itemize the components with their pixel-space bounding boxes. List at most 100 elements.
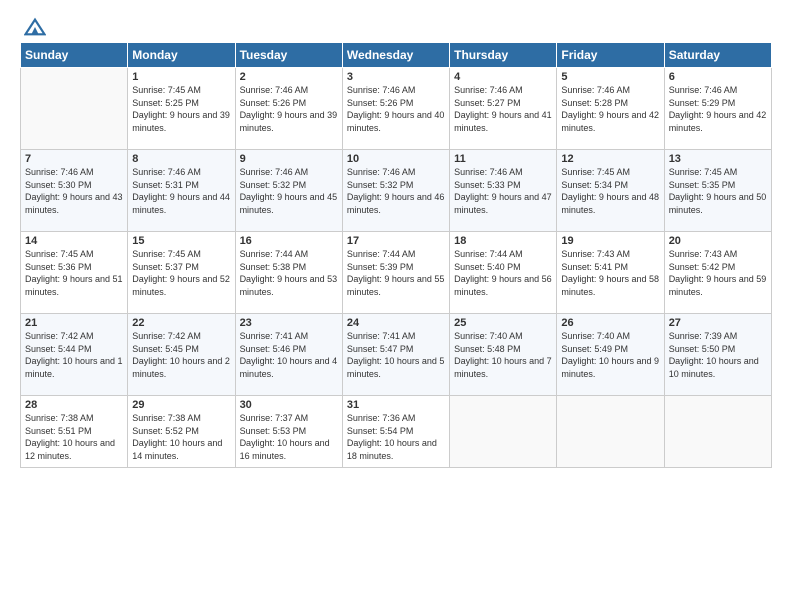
day-number: 11 [454,153,552,165]
day-number: 28 [25,399,123,411]
calendar-cell: 3Sunrise: 7:46 AMSunset: 5:26 PMDaylight… [342,68,449,150]
day-info: Sunrise: 7:41 AMSunset: 5:46 PMDaylight:… [240,330,338,380]
day-info: Sunrise: 7:42 AMSunset: 5:45 PMDaylight:… [132,330,230,380]
day-number: 31 [347,399,445,411]
calendar-cell: 18Sunrise: 7:44 AMSunset: 5:40 PMDayligh… [450,232,557,314]
day-number: 20 [669,235,767,247]
day-number: 6 [669,71,767,83]
calendar-cell: 10Sunrise: 7:46 AMSunset: 5:32 PMDayligh… [342,150,449,232]
day-number: 4 [454,71,552,83]
day-number: 26 [561,317,659,329]
day-info: Sunrise: 7:39 AMSunset: 5:50 PMDaylight:… [669,330,767,380]
day-number: 19 [561,235,659,247]
day-number: 12 [561,153,659,165]
calendar-cell: 9Sunrise: 7:46 AMSunset: 5:32 PMDaylight… [235,150,342,232]
day-info: Sunrise: 7:45 AMSunset: 5:36 PMDaylight:… [25,248,123,298]
calendar-cell: 8Sunrise: 7:46 AMSunset: 5:31 PMDaylight… [128,150,235,232]
day-number: 15 [132,235,230,247]
day-info: Sunrise: 7:38 AMSunset: 5:52 PMDaylight:… [132,412,230,462]
page: SundayMondayTuesdayWednesdayThursdayFrid… [0,0,792,612]
day-info: Sunrise: 7:44 AMSunset: 5:39 PMDaylight:… [347,248,445,298]
day-info: Sunrise: 7:45 AMSunset: 5:34 PMDaylight:… [561,166,659,216]
weekday-header-wednesday: Wednesday [342,43,449,68]
day-number: 30 [240,399,338,411]
day-number: 13 [669,153,767,165]
calendar-cell: 21Sunrise: 7:42 AMSunset: 5:44 PMDayligh… [21,314,128,396]
day-number: 3 [347,71,445,83]
calendar-cell: 23Sunrise: 7:41 AMSunset: 5:46 PMDayligh… [235,314,342,396]
calendar: SundayMondayTuesdayWednesdayThursdayFrid… [20,42,772,468]
calendar-cell [557,396,664,468]
day-info: Sunrise: 7:46 AMSunset: 5:27 PMDaylight:… [454,84,552,134]
calendar-cell: 17Sunrise: 7:44 AMSunset: 5:39 PMDayligh… [342,232,449,314]
week-row-3: 14Sunrise: 7:45 AMSunset: 5:36 PMDayligh… [21,232,772,314]
calendar-cell: 13Sunrise: 7:45 AMSunset: 5:35 PMDayligh… [664,150,771,232]
calendar-cell: 7Sunrise: 7:46 AMSunset: 5:30 PMDaylight… [21,150,128,232]
week-row-1: 1Sunrise: 7:45 AMSunset: 5:25 PMDaylight… [21,68,772,150]
day-number: 5 [561,71,659,83]
day-number: 24 [347,317,445,329]
calendar-cell: 29Sunrise: 7:38 AMSunset: 5:52 PMDayligh… [128,396,235,468]
logo [20,16,46,34]
day-number: 25 [454,317,552,329]
day-info: Sunrise: 7:46 AMSunset: 5:32 PMDaylight:… [347,166,445,216]
day-number: 14 [25,235,123,247]
day-info: Sunrise: 7:46 AMSunset: 5:29 PMDaylight:… [669,84,767,134]
calendar-cell: 5Sunrise: 7:46 AMSunset: 5:28 PMDaylight… [557,68,664,150]
header [20,16,772,34]
calendar-cell: 14Sunrise: 7:45 AMSunset: 5:36 PMDayligh… [21,232,128,314]
week-row-2: 7Sunrise: 7:46 AMSunset: 5:30 PMDaylight… [21,150,772,232]
logo-icon [24,16,46,38]
calendar-cell: 6Sunrise: 7:46 AMSunset: 5:29 PMDaylight… [664,68,771,150]
day-info: Sunrise: 7:46 AMSunset: 5:26 PMDaylight:… [240,84,338,134]
day-number: 27 [669,317,767,329]
day-number: 21 [25,317,123,329]
day-number: 18 [454,235,552,247]
calendar-cell: 11Sunrise: 7:46 AMSunset: 5:33 PMDayligh… [450,150,557,232]
day-info: Sunrise: 7:45 AMSunset: 5:25 PMDaylight:… [132,84,230,134]
day-number: 23 [240,317,338,329]
day-number: 1 [132,71,230,83]
weekday-header-friday: Friday [557,43,664,68]
day-info: Sunrise: 7:36 AMSunset: 5:54 PMDaylight:… [347,412,445,462]
day-number: 29 [132,399,230,411]
day-info: Sunrise: 7:40 AMSunset: 5:49 PMDaylight:… [561,330,659,380]
week-row-4: 21Sunrise: 7:42 AMSunset: 5:44 PMDayligh… [21,314,772,396]
calendar-cell: 15Sunrise: 7:45 AMSunset: 5:37 PMDayligh… [128,232,235,314]
calendar-cell: 1Sunrise: 7:45 AMSunset: 5:25 PMDaylight… [128,68,235,150]
day-info: Sunrise: 7:46 AMSunset: 5:31 PMDaylight:… [132,166,230,216]
day-info: Sunrise: 7:46 AMSunset: 5:33 PMDaylight:… [454,166,552,216]
day-info: Sunrise: 7:37 AMSunset: 5:53 PMDaylight:… [240,412,338,462]
calendar-cell: 4Sunrise: 7:46 AMSunset: 5:27 PMDaylight… [450,68,557,150]
weekday-header-saturday: Saturday [664,43,771,68]
calendar-cell: 16Sunrise: 7:44 AMSunset: 5:38 PMDayligh… [235,232,342,314]
calendar-cell: 28Sunrise: 7:38 AMSunset: 5:51 PMDayligh… [21,396,128,468]
day-number: 2 [240,71,338,83]
calendar-cell: 12Sunrise: 7:45 AMSunset: 5:34 PMDayligh… [557,150,664,232]
calendar-cell: 24Sunrise: 7:41 AMSunset: 5:47 PMDayligh… [342,314,449,396]
calendar-cell: 26Sunrise: 7:40 AMSunset: 5:49 PMDayligh… [557,314,664,396]
weekday-header-row: SundayMondayTuesdayWednesdayThursdayFrid… [21,43,772,68]
calendar-cell: 22Sunrise: 7:42 AMSunset: 5:45 PMDayligh… [128,314,235,396]
day-info: Sunrise: 7:44 AMSunset: 5:40 PMDaylight:… [454,248,552,298]
day-number: 9 [240,153,338,165]
day-info: Sunrise: 7:43 AMSunset: 5:42 PMDaylight:… [669,248,767,298]
day-info: Sunrise: 7:42 AMSunset: 5:44 PMDaylight:… [25,330,123,380]
day-info: Sunrise: 7:46 AMSunset: 5:32 PMDaylight:… [240,166,338,216]
day-info: Sunrise: 7:43 AMSunset: 5:41 PMDaylight:… [561,248,659,298]
day-number: 10 [347,153,445,165]
day-info: Sunrise: 7:40 AMSunset: 5:48 PMDaylight:… [454,330,552,380]
weekday-header-tuesday: Tuesday [235,43,342,68]
weekday-header-thursday: Thursday [450,43,557,68]
calendar-cell: 20Sunrise: 7:43 AMSunset: 5:42 PMDayligh… [664,232,771,314]
day-info: Sunrise: 7:46 AMSunset: 5:28 PMDaylight:… [561,84,659,134]
day-info: Sunrise: 7:44 AMSunset: 5:38 PMDaylight:… [240,248,338,298]
week-row-5: 28Sunrise: 7:38 AMSunset: 5:51 PMDayligh… [21,396,772,468]
calendar-cell: 25Sunrise: 7:40 AMSunset: 5:48 PMDayligh… [450,314,557,396]
day-info: Sunrise: 7:46 AMSunset: 5:30 PMDaylight:… [25,166,123,216]
calendar-cell [664,396,771,468]
day-info: Sunrise: 7:38 AMSunset: 5:51 PMDaylight:… [25,412,123,462]
day-number: 16 [240,235,338,247]
calendar-cell: 27Sunrise: 7:39 AMSunset: 5:50 PMDayligh… [664,314,771,396]
day-info: Sunrise: 7:45 AMSunset: 5:35 PMDaylight:… [669,166,767,216]
